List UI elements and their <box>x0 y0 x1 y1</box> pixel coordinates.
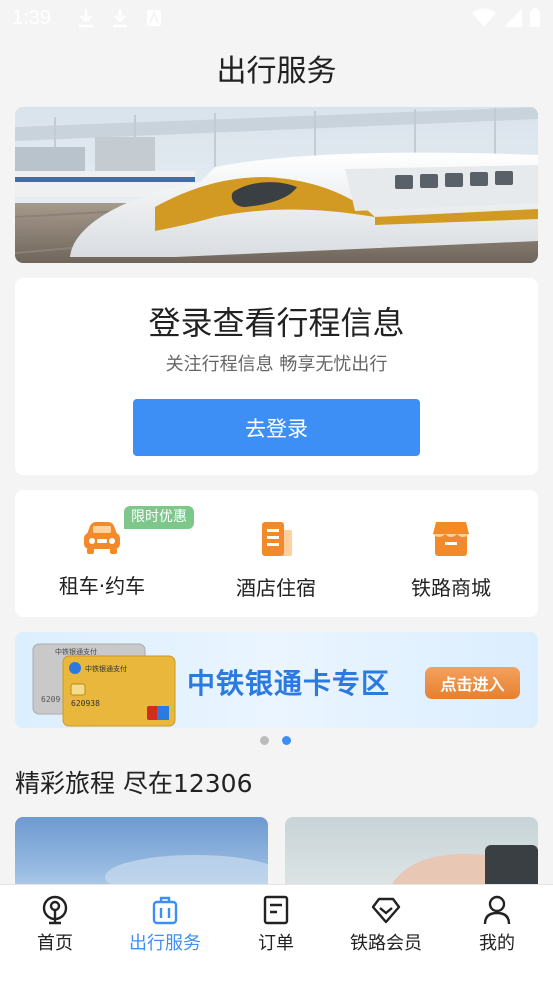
battery-icon <box>530 8 540 27</box>
promo-title: 中铁银通卡专区 <box>187 667 391 700</box>
wifi-icon <box>472 8 496 27</box>
diamond-icon <box>371 897 401 924</box>
service-label: 租车·约车 <box>58 574 146 598</box>
order-icon <box>263 895 289 925</box>
carousel-indicator <box>260 736 291 745</box>
carousel-dot-active[interactable] <box>282 736 291 745</box>
tab-home[interactable]: 首页 <box>0 895 110 955</box>
card-brand-text: 中铁银通支付 <box>85 664 127 673</box>
app-notification-icon <box>146 10 161 26</box>
status-right <box>471 8 541 28</box>
tab-label: 出行服务 <box>129 933 201 954</box>
login-title: 登录查看行程信息 <box>148 304 405 342</box>
train-banner-image[interactable] <box>15 107 538 263</box>
tab-label: 订单 <box>258 933 294 954</box>
card-number-text: 620938 <box>71 699 100 708</box>
car-icon <box>84 522 120 554</box>
tab-label: 首页 <box>37 933 73 954</box>
service-label: 铁路商城 <box>411 576 491 600</box>
login-button[interactable]: 去登录 <box>133 399 420 456</box>
page-title: 出行服务 <box>216 54 337 89</box>
railway-logo-icon <box>42 895 68 925</box>
promo-enter-button[interactable]: 点击进入 <box>425 667 520 699</box>
status-time: 1:39 <box>12 6 51 29</box>
bottom-tab-bar: 首页 出行服务 订单 铁路会员 我的 <box>0 884 553 984</box>
card-brand-text-back: 中铁银通支付 <box>55 647 97 656</box>
service-hotel[interactable]: 酒店住宿 <box>206 520 346 601</box>
shop-icon <box>433 522 469 556</box>
download-icon <box>112 9 127 28</box>
tab-mine[interactable]: 我的 <box>442 895 552 955</box>
service-label: 酒店住宿 <box>236 576 316 600</box>
luggage-icon <box>152 896 178 925</box>
tab-orders[interactable]: 订单 <box>221 895 331 955</box>
card-number-back: 6209 <box>41 695 60 704</box>
limited-offer-badge: 限时优惠 <box>124 506 194 529</box>
section-title: 精彩旅程 尽在12306 <box>15 769 253 798</box>
tab-label: 我的 <box>479 933 515 954</box>
signal-icon <box>504 9 522 27</box>
bank-card-illustration: 中铁银通支付 中铁银通支付 620938 6209 <box>32 643 176 727</box>
carousel-dot[interactable] <box>260 736 269 745</box>
hotel-icon <box>262 522 292 556</box>
tab-travel-services[interactable]: 出行服务 <box>110 895 220 955</box>
download-icon <box>78 9 93 28</box>
status-bar: 1:39 <box>0 0 553 36</box>
train-illustration <box>15 107 538 263</box>
tab-label: 铁路会员 <box>350 933 422 954</box>
service-car-rental[interactable]: 租车·约车 <box>32 520 172 599</box>
login-subtitle: 关注行程信息 畅享无忧出行 <box>165 354 388 375</box>
service-railway-mall[interactable]: 铁路商城 <box>381 520 521 601</box>
user-icon <box>483 895 511 925</box>
bank-card-promo-banner[interactable]: 中铁银通支付 中铁银通支付 620938 6209 中铁银通卡专区 点击进入 <box>15 632 538 728</box>
tab-railway-member[interactable]: 铁路会员 <box>331 895 441 955</box>
